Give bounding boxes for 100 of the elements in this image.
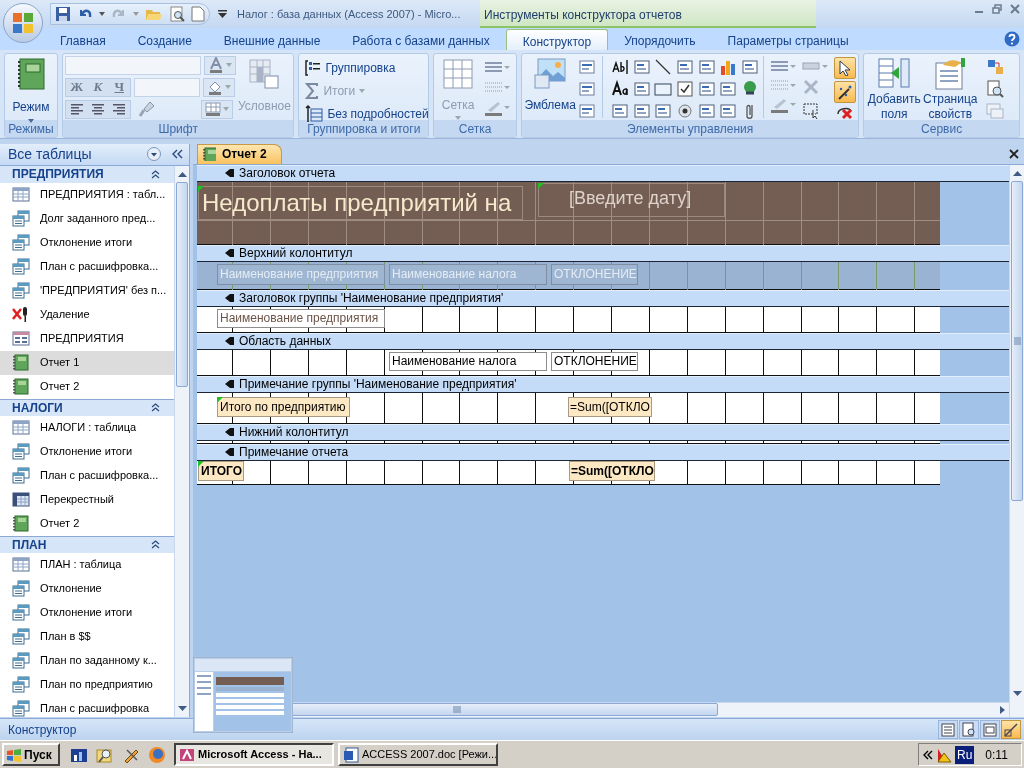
nav-item[interactable]: План в $$ xyxy=(0,624,174,649)
customize-arrow-icon[interactable] xyxy=(218,9,227,18)
pointer-tool-button[interactable] xyxy=(834,56,857,79)
gridlines-button[interactable] xyxy=(200,99,233,119)
option-button-icon[interactable] xyxy=(676,101,695,120)
nav-item[interactable]: Отклонение итоги xyxy=(0,439,174,464)
nav-group-header[interactable]: НАЛОГИ xyxy=(0,398,174,416)
scrollbar-thumb[interactable] xyxy=(176,181,188,387)
vertical-scrollbar[interactable] xyxy=(1009,164,1024,717)
chart-window-icon[interactable] xyxy=(70,746,88,763)
nav-item[interactable]: План по предприятию xyxy=(0,672,174,697)
office-button[interactable] xyxy=(3,3,43,43)
windows-flag-icon xyxy=(6,747,22,762)
start-button[interactable]: Пуск xyxy=(2,743,60,767)
nav-item[interactable]: Отчет 2 xyxy=(0,374,174,399)
nav-item[interactable]: ПЛАН : таблица xyxy=(0,552,174,577)
code-icon[interactable] xyxy=(986,79,1005,98)
expand-chevron-icon[interactable] xyxy=(923,749,933,760)
browser-globe-icon[interactable] xyxy=(148,745,166,764)
ribbon-tab[interactable]: Параметры страницы xyxy=(711,28,865,50)
view-button[interactable] xyxy=(959,720,979,740)
text-field[interactable]: Наименование предприятия xyxy=(217,308,385,328)
ribbon-tab[interactable]: Внешние данные xyxy=(207,28,337,50)
line-icon[interactable] xyxy=(654,57,673,76)
grouping-icon xyxy=(305,60,322,77)
dropdown-circle-icon[interactable] xyxy=(147,147,161,162)
nav-group-header[interactable]: ПЛАН xyxy=(0,535,174,553)
total-label[interactable]: Итого по предприятию xyxy=(217,396,350,417)
document-tab[interactable]: Отчет 2 xyxy=(197,143,282,164)
save-icon[interactable] xyxy=(55,5,71,22)
nav-item[interactable]: План с расшифровка... xyxy=(0,463,174,488)
taskbar-button[interactable]: ACCESS 2007.doc [Режи... xyxy=(338,743,498,767)
label-icon[interactable] xyxy=(611,79,630,98)
ribbon-button[interactable]: Страница свойств xyxy=(922,55,979,122)
align-center-icon[interactable] xyxy=(90,103,105,116)
taskbar-button[interactable]: Microsoft Access - На... xyxy=(174,743,334,767)
delete-query-icon xyxy=(12,306,30,324)
nav-item[interactable]: Отчет 2 xyxy=(0,511,174,536)
nav-item[interactable]: План с расшифровка... xyxy=(0,254,174,279)
help-icon[interactable] xyxy=(1004,30,1020,47)
align-left-icon[interactable] xyxy=(69,103,84,116)
line-color-icon[interactable] xyxy=(770,96,797,113)
ribbon-button[interactable]: Добавить поля xyxy=(866,55,923,122)
relationships-icon[interactable] xyxy=(986,57,1005,76)
language-indicator[interactable]: Ru xyxy=(955,745,975,764)
status-text: Конструктор xyxy=(8,721,77,739)
nav-item[interactable]: 'ПРЕДПРИЯТИЯ' без п... xyxy=(0,278,174,303)
ribbon-button[interactable]: Группировка xyxy=(305,57,429,79)
close-icon[interactable] xyxy=(1009,148,1019,159)
text-box-icon[interactable] xyxy=(611,57,630,76)
query-icon xyxy=(12,628,30,646)
scrollbar-thumb[interactable] xyxy=(1011,180,1023,501)
restore-icon[interactable] xyxy=(992,4,1002,14)
nav-item[interactable]: План с расшифровка xyxy=(0,696,174,717)
query-icon xyxy=(12,604,30,622)
logo-button[interactable]: Эмблема xyxy=(524,55,577,114)
font-color-button[interactable] xyxy=(203,55,236,75)
nav-item[interactable]: Долг заданного пред... xyxy=(0,206,174,231)
text-field[interactable]: ОТКЛОНЕНИЕ xyxy=(551,351,638,371)
query-icon xyxy=(12,234,30,252)
sum-field[interactable]: =Sum([ОТКЛО xyxy=(569,460,655,481)
word-document-icon xyxy=(343,746,359,763)
collapse-chevron-icon[interactable] xyxy=(171,149,183,160)
align-right-icon[interactable] xyxy=(112,103,127,116)
mode-button[interactable]: Режим xyxy=(7,55,55,120)
scrollbar[interactable] xyxy=(174,165,189,717)
fill-color-button[interactable] xyxy=(202,77,235,97)
sum-field[interactable]: =Sum([ОТКЛО xyxy=(568,396,652,417)
nav-item[interactable]: Удаление xyxy=(0,302,174,327)
line-color-icon[interactable] xyxy=(484,99,511,116)
report-title[interactable]: Недоплаты предприятий на xyxy=(198,185,523,220)
nav-item[interactable]: Отклонение итоги xyxy=(0,600,174,625)
ribbon-tab[interactable]: Главная xyxy=(44,28,122,50)
nav-item[interactable]: НАЛОГИ : таблица xyxy=(0,415,174,440)
ribbon-tab[interactable]: Работа с базами данных xyxy=(336,28,506,50)
section-marker-icon xyxy=(224,378,235,390)
print-preview-icon[interactable] xyxy=(169,5,185,22)
nav-item[interactable]: ПРЕДПРИЯТИЯ xyxy=(0,326,174,351)
nav-item[interactable]: Отклонение итоги xyxy=(0,230,174,255)
new-document-icon[interactable] xyxy=(191,5,205,22)
table-icon xyxy=(12,556,30,574)
nav-item[interactable]: План по заданному к... xyxy=(0,648,174,673)
checkbox-icon[interactable] xyxy=(676,79,695,98)
date-field[interactable]: [Введите дату] xyxy=(538,182,725,217)
view-button[interactable] xyxy=(1001,720,1021,740)
collapse-up-icon xyxy=(151,169,160,179)
text-field[interactable]: Наименование налога xyxy=(389,351,547,371)
nav-pane-title: Все таблицы xyxy=(8,144,93,164)
nav-item[interactable]: Отчет 1 xyxy=(0,350,174,375)
ribbon-tab[interactable]: Создание xyxy=(121,28,208,50)
nav-item[interactable]: Отклонение xyxy=(0,576,174,601)
view-button[interactable] xyxy=(980,720,1000,740)
control-wizards-button[interactable] xyxy=(834,80,857,103)
dropdown-arrow-icon[interactable] xyxy=(99,11,105,16)
nav-item[interactable]: Перекрестный xyxy=(0,487,174,512)
view-button[interactable] xyxy=(938,720,958,740)
ribbon-tab[interactable]: Упорядочить xyxy=(608,28,712,50)
select-area-icon[interactable] xyxy=(802,100,821,119)
nav-item[interactable]: ПРЕДПРИЯТИЯ : табл... xyxy=(0,182,174,207)
ribbon-tab[interactable]: Конструктор xyxy=(505,28,609,50)
